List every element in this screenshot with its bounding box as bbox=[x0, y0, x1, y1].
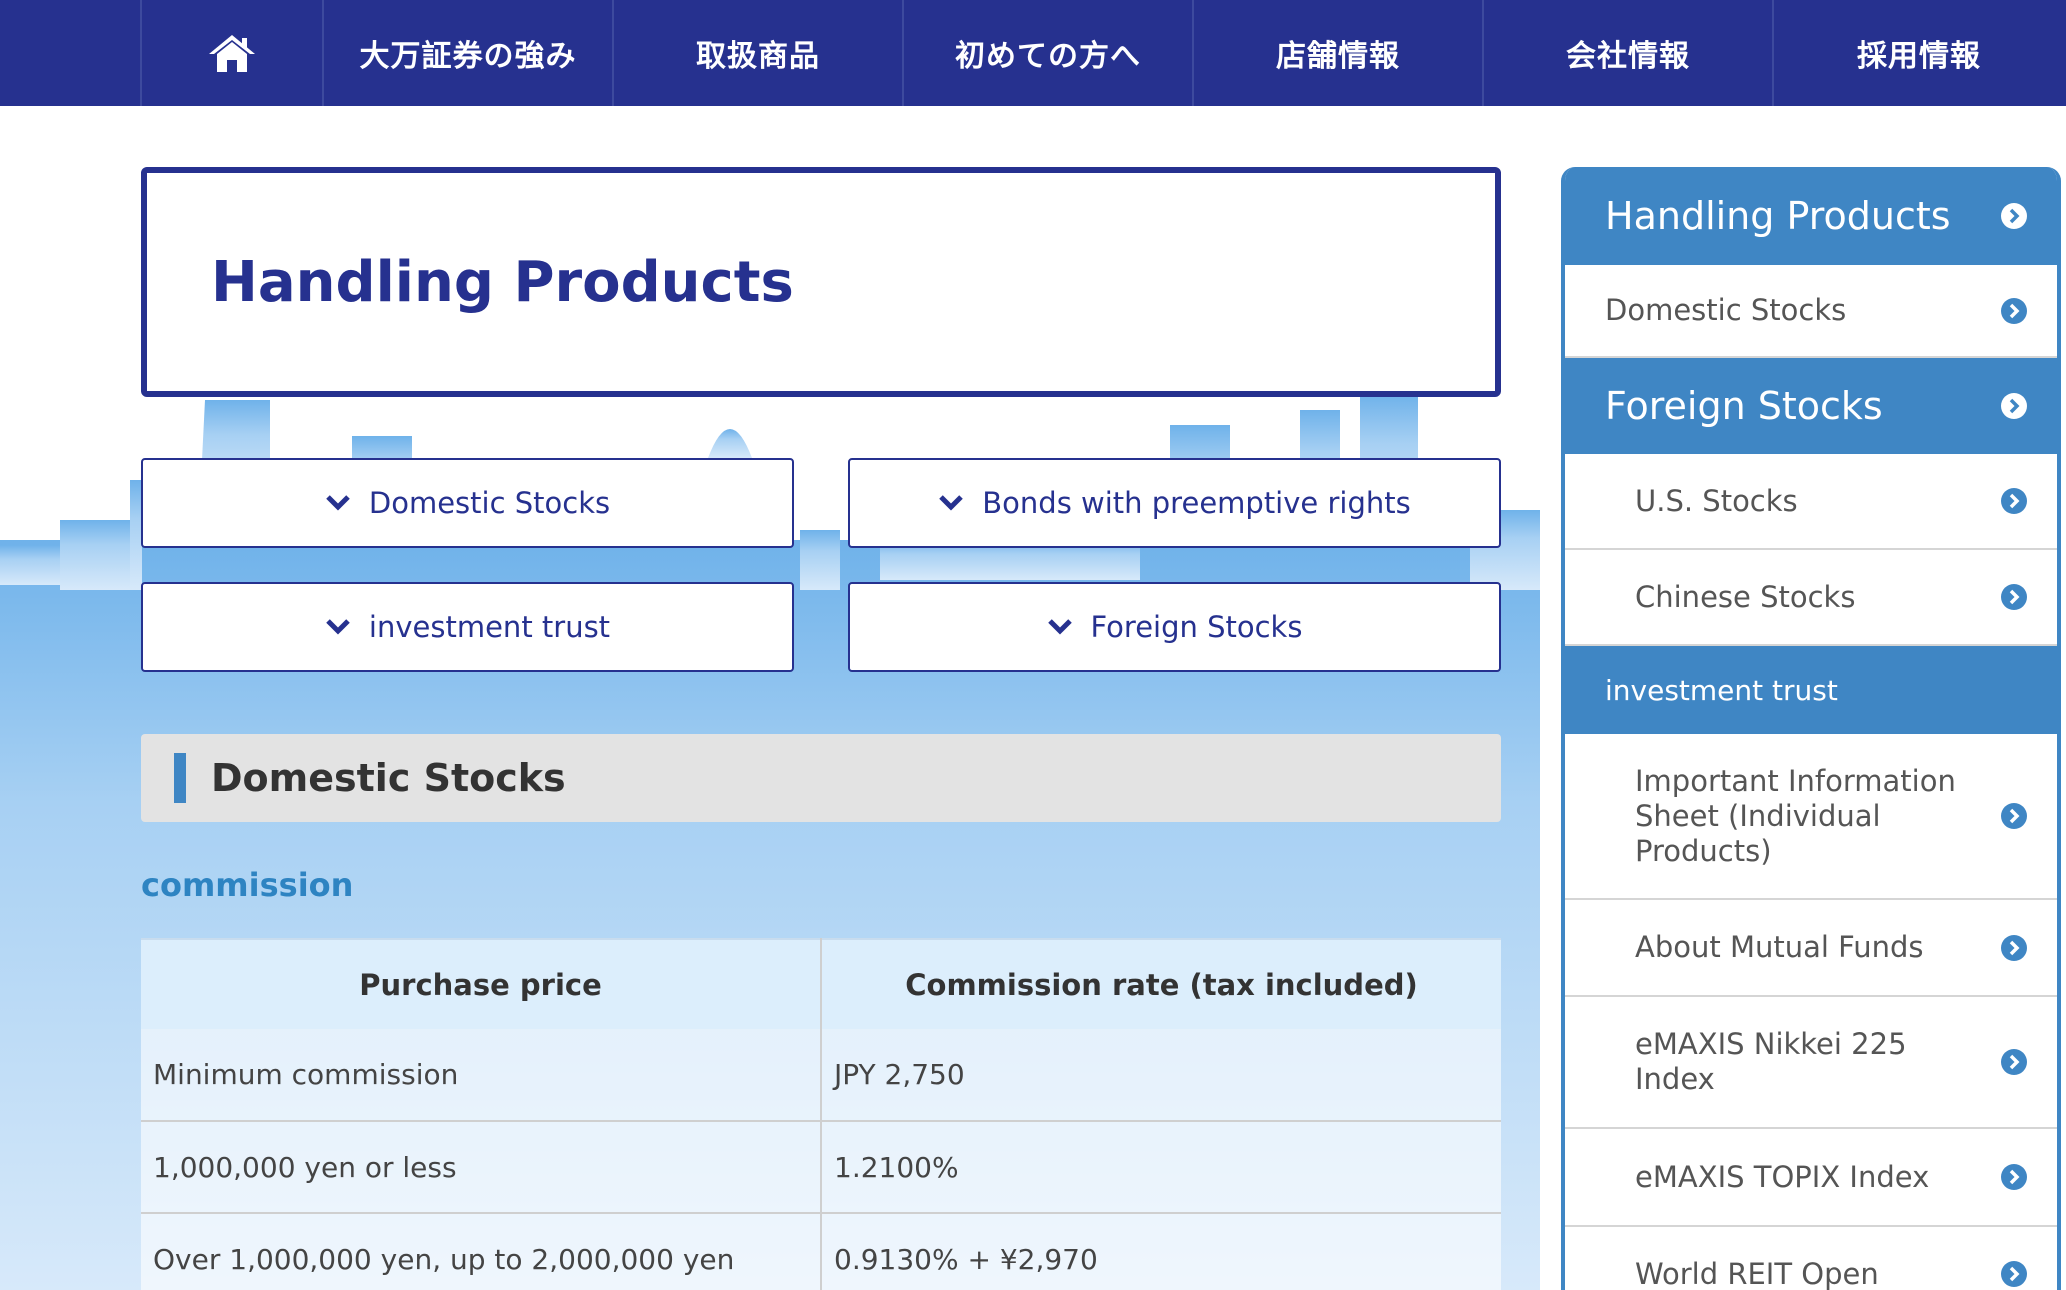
sidebar-item-label: eMAXIS Nikkei 225 Index bbox=[1635, 1027, 1907, 1096]
anchor-label: Bonds with preemptive rights bbox=[982, 486, 1411, 520]
table-row: Over 1,000,000 yen, up to 2,000,000 yen … bbox=[141, 1213, 1501, 1290]
chevron-right-circle-icon bbox=[2001, 203, 2027, 229]
chevron-right-circle-icon bbox=[2001, 934, 2027, 961]
sidebar-item-label: World REIT Open bbox=[1635, 1256, 1879, 1290]
table-cell: Over 1,000,000 yen, up to 2,000,000 yen bbox=[141, 1213, 822, 1290]
chevron-right-circle-icon bbox=[2001, 393, 2027, 419]
nav-beginners[interactable]: 初めての方へ bbox=[904, 0, 1194, 106]
table-row: 1,000,000 yen or less 1.2100% bbox=[141, 1121, 1501, 1214]
sidebar-item-label: Handling Products bbox=[1605, 193, 1951, 238]
sidebar-item-us-stocks[interactable]: U.S. Stocks bbox=[1565, 454, 2057, 550]
sidebar-item-about-mutual-funds[interactable]: About Mutual Funds bbox=[1565, 900, 2057, 997]
page-title-box: Handling Products bbox=[141, 167, 1501, 397]
nav-recruit[interactable]: 採用情報 bbox=[1774, 0, 2064, 106]
sidebar-item-label: investment trust bbox=[1605, 673, 1838, 707]
nav-products[interactable]: 取扱商品 bbox=[614, 0, 904, 106]
section-title: Domestic Stocks bbox=[211, 756, 566, 800]
sidebar-item-label: U.S. Stocks bbox=[1635, 483, 1798, 518]
chevron-right-circle-icon bbox=[2001, 803, 2027, 829]
table-cell: 1,000,000 yen or less bbox=[141, 1121, 822, 1214]
table-cell: JPY 2,750 bbox=[821, 1029, 1501, 1122]
chevron-right-circle-icon bbox=[2001, 297, 2027, 324]
anchor-label: investment trust bbox=[368, 610, 611, 644]
sidebar-item-emaxis-topix[interactable]: eMAXIS TOPIX Index bbox=[1565, 1129, 2057, 1227]
nav-strengths[interactable]: 大万証券の強み bbox=[324, 0, 614, 106]
sidebar-item-domestic-stocks[interactable]: Domestic Stocks bbox=[1565, 265, 2057, 358]
chevron-down-icon bbox=[1047, 619, 1072, 635]
nav-home[interactable] bbox=[142, 0, 324, 106]
sidebar-item-world-reit-open[interactable]: World REIT Open bbox=[1565, 1227, 2057, 1290]
chevron-right-circle-icon bbox=[2001, 1164, 2027, 1190]
sidebar-item-label: Chinese Stocks bbox=[1635, 579, 1856, 614]
chevron-down-icon bbox=[326, 619, 350, 635]
table-cell: Minimum commission bbox=[141, 1029, 822, 1122]
commission-table: Purchase price Commission rate (tax incl… bbox=[141, 938, 1501, 1290]
sidebar-item-label: eMAXIS TOPIX Index bbox=[1635, 1159, 1930, 1194]
sidebar-item-label: Domestic Stocks bbox=[1605, 293, 1847, 327]
chevron-right-circle-icon bbox=[2001, 488, 2027, 514]
sidebar-item-chinese-stocks[interactable]: Chinese Stocks bbox=[1565, 550, 2057, 646]
sidebar-item-label: Important Information Sheet (Individual … bbox=[1635, 763, 1956, 868]
sidebar-item-foreign-stocks[interactable]: Foreign Stocks bbox=[1565, 358, 2057, 454]
sidebar-nav: Handling Products Domestic Stocks Foreig… bbox=[1561, 167, 2061, 1290]
nav-stores[interactable]: 店舗情報 bbox=[1194, 0, 1484, 106]
table-cell: 1.2100% bbox=[821, 1121, 1501, 1214]
main-content: Handling Products Domestic Stocks Bonds … bbox=[141, 167, 1501, 1290]
sidebar-item-handling-products[interactable]: Handling Products bbox=[1565, 167, 2057, 265]
chevron-right-circle-icon bbox=[2001, 1049, 2027, 1075]
anchor-bonds-preemptive[interactable]: Bonds with preemptive rights bbox=[848, 458, 1501, 548]
anchor-label: Domestic Stocks bbox=[368, 486, 611, 520]
chevron-right-circle-icon bbox=[2001, 584, 2027, 610]
home-icon bbox=[209, 35, 255, 72]
chevron-right-circle-icon bbox=[2001, 1261, 2027, 1287]
nav-spacer bbox=[0, 0, 142, 106]
section-accent-bar bbox=[174, 753, 186, 803]
table-header-purchase-price: Purchase price bbox=[141, 938, 822, 1029]
anchor-foreign-stocks[interactable]: Foreign Stocks bbox=[848, 582, 1501, 672]
anchor-investment-trust[interactable]: investment trust bbox=[141, 582, 794, 672]
chevron-down-icon bbox=[326, 495, 350, 511]
chevron-down-icon bbox=[939, 495, 964, 511]
top-navigation: 大万証券の強み 取扱商品 初めての方へ 店舗情報 会社情報 採用情報 bbox=[0, 0, 2066, 106]
table-header-row: Purchase price Commission rate (tax incl… bbox=[141, 938, 1501, 1029]
anchor-domestic-stocks[interactable]: Domestic Stocks bbox=[141, 458, 794, 548]
anchor-link-grid: Domestic Stocks Bonds with preemptive ri… bbox=[141, 458, 1501, 672]
section-heading: Domestic Stocks bbox=[141, 734, 1501, 822]
table-row: Minimum commission JPY 2,750 bbox=[141, 1029, 1501, 1122]
table-header-commission-rate: Commission rate (tax included) bbox=[821, 938, 1501, 1029]
sidebar-item-emaxis-nikkei[interactable]: eMAXIS Nikkei 225 Index bbox=[1565, 997, 2057, 1129]
anchor-label: Foreign Stocks bbox=[1090, 610, 1303, 644]
nav-company[interactable]: 会社情報 bbox=[1484, 0, 1774, 106]
sidebar-category-investment-trust[interactable]: investment trust bbox=[1565, 646, 2057, 734]
page-title: Handling Products bbox=[211, 249, 794, 315]
commission-heading: commission bbox=[141, 866, 354, 904]
sidebar-item-label: About Mutual Funds bbox=[1635, 930, 1924, 964]
sidebar-item-important-info-sheet[interactable]: Important Information Sheet (Individual … bbox=[1565, 734, 2057, 900]
sidebar-item-label: Foreign Stocks bbox=[1605, 383, 1883, 428]
table-cell: 0.9130% + ¥2,970 bbox=[821, 1213, 1501, 1290]
